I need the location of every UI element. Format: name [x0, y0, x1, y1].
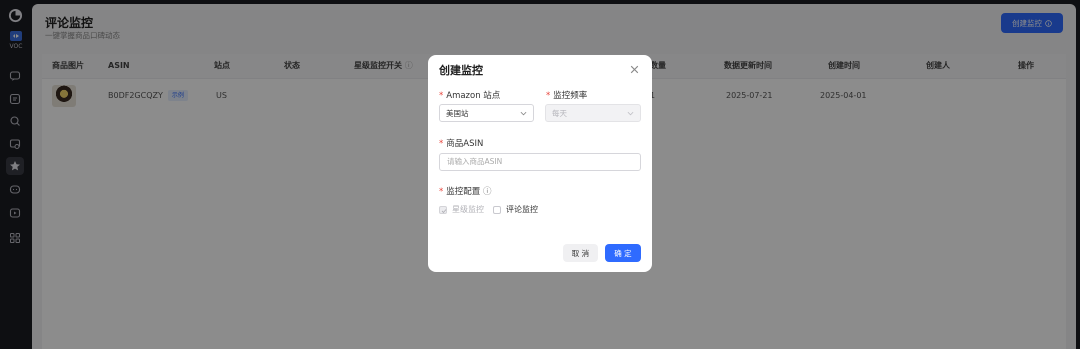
required-mark: * [439, 139, 444, 149]
required-mark: * [439, 91, 444, 101]
chevron-down-icon [627, 111, 634, 116]
frequency-label: * 监控频率 [546, 91, 588, 101]
dialog-title: 创建监控 [439, 64, 483, 77]
close-icon[interactable] [629, 64, 640, 75]
site-select-value: 美国站 [446, 109, 469, 118]
info-icon[interactable]: ⓘ [483, 187, 492, 197]
asin-input[interactable]: 请输入商品ASIN [439, 153, 641, 171]
config-label: * 监控配置 ⓘ [439, 187, 492, 197]
frequency-select: 每天 [545, 104, 641, 122]
create-monitor-dialog: 创建监控 * Amazon 站点 美国站 * 监控频率 每天 * 商品ASIN 请输入… [428, 55, 652, 272]
star-monitor-checkbox [439, 206, 447, 214]
cancel-button[interactable]: 取 消 [563, 244, 598, 262]
review-monitor-checkbox[interactable] [493, 206, 501, 214]
site-label: * Amazon 站点 [439, 91, 501, 101]
frequency-select-value: 每天 [552, 109, 567, 118]
asin-label: * 商品ASIN [439, 139, 484, 149]
review-monitor-label[interactable]: 评论监控 [506, 204, 538, 215]
check-icon [441, 208, 446, 213]
required-mark: * [546, 91, 551, 101]
site-select[interactable]: 美国站 [439, 104, 534, 122]
chevron-down-icon [520, 111, 527, 116]
confirm-button[interactable]: 确 定 [605, 244, 641, 262]
required-mark: * [439, 187, 444, 197]
star-monitor-label: 星级监控 [452, 205, 484, 214]
